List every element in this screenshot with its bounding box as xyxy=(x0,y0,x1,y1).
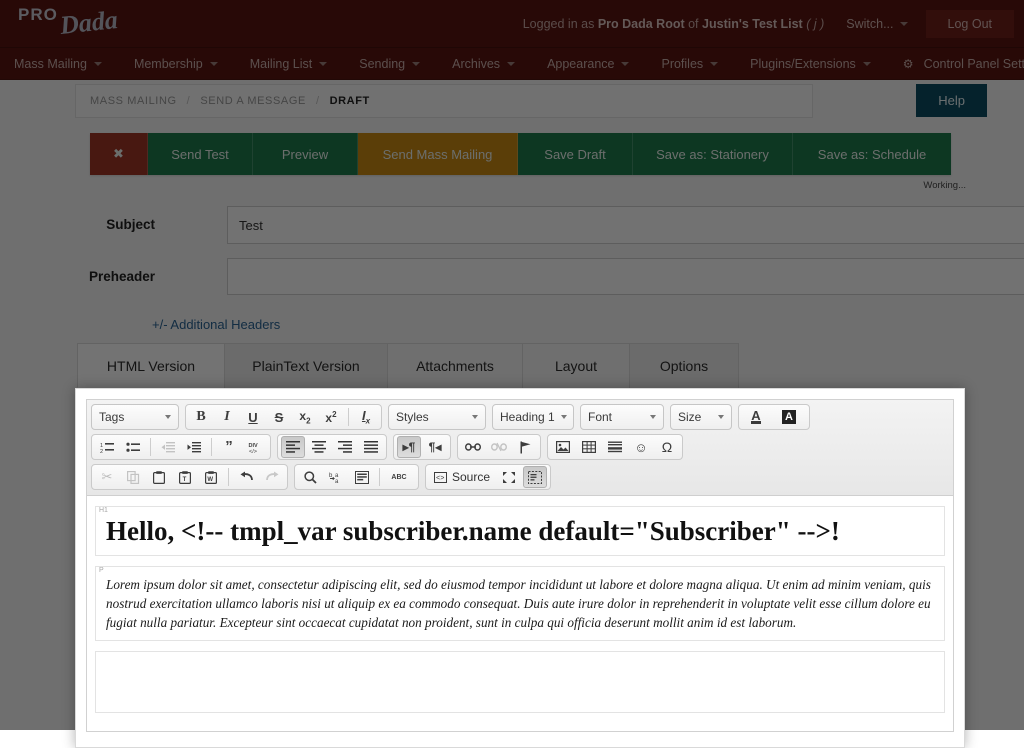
toolbar-separator xyxy=(379,468,380,486)
chevron-down-icon xyxy=(650,415,656,419)
spellcheck-label: ABC xyxy=(391,474,406,481)
styles-dropdown[interactable]: Styles xyxy=(388,404,486,430)
paragraph-block[interactable]: P Lorem ipsum dolor sit amet, consectetu… xyxy=(95,566,945,641)
heading-text[interactable]: Hello, <!-- tmpl_var subscriber.name def… xyxy=(106,516,934,547)
paste-text-icon[interactable]: T xyxy=(173,466,197,488)
superscript-icon[interactable]: x2 xyxy=(319,406,343,428)
find-group: baa ABC xyxy=(294,464,419,490)
underline-icon[interactable]: U xyxy=(241,406,265,428)
toolbar-separator xyxy=(228,468,229,486)
view-group: <> Source xyxy=(425,464,551,490)
redo-icon[interactable] xyxy=(260,466,284,488)
toolbar-separator xyxy=(348,408,349,426)
align-right-icon[interactable] xyxy=(333,436,357,458)
editor-toolbar: Tags B I U S x2 x2 Ix Styles xyxy=(87,400,953,496)
link-group xyxy=(457,434,541,460)
source-button[interactable]: <> Source xyxy=(428,466,496,488)
source-code-icon: <> xyxy=(434,472,447,483)
maximize-icon[interactable] xyxy=(497,466,521,488)
text-color-icon[interactable]: A xyxy=(742,406,772,428)
svg-text:a: a xyxy=(335,479,339,484)
paragraph-format-value: Heading 1 xyxy=(500,410,555,424)
replace-icon[interactable]: baa xyxy=(324,466,348,488)
blockquote-icon[interactable]: ” xyxy=(217,436,241,458)
alignment-group xyxy=(277,434,387,460)
source-label: Source xyxy=(452,470,490,484)
subscript-icon[interactable]: x2 xyxy=(293,406,317,428)
toolbar-row-3: ✂ T W xyxy=(91,464,949,490)
toolbar-row-1: Tags B I U S x2 x2 Ix Styles xyxy=(91,404,949,430)
svg-text:<>: <> xyxy=(436,475,444,483)
special-char-icon[interactable]: Ω xyxy=(655,436,679,458)
italic-icon[interactable]: I xyxy=(215,406,239,428)
unlink-icon[interactable] xyxy=(487,436,511,458)
decrease-indent-icon[interactable] xyxy=(156,436,180,458)
font-family-value: Font xyxy=(588,410,612,424)
smiley-icon[interactable]: ☺ xyxy=(629,436,653,458)
bg-color-letter: A xyxy=(782,410,796,424)
font-size-value: Size xyxy=(678,410,701,424)
horizontal-rule-icon[interactable] xyxy=(603,436,627,458)
bold-icon[interactable]: B xyxy=(189,406,213,428)
text-color-letter: A xyxy=(751,410,760,424)
paragraph-format-dropdown[interactable]: Heading 1 xyxy=(492,404,574,430)
cut-icon[interactable]: ✂ xyxy=(95,466,119,488)
wysiwyg-editor-modal: Tags B I U S x2 x2 Ix Styles xyxy=(75,388,965,748)
align-justify-icon[interactable] xyxy=(359,436,383,458)
increase-indent-icon[interactable] xyxy=(182,436,206,458)
toolbar-separator xyxy=(150,438,151,456)
ltr-icon[interactable]: ▸¶ xyxy=(397,436,421,458)
svg-text:W: W xyxy=(207,477,213,483)
chevron-down-icon xyxy=(561,415,567,419)
paste-word-icon[interactable]: W xyxy=(199,466,223,488)
block-tag-h1: H1 xyxy=(99,507,108,514)
copy-icon[interactable] xyxy=(121,466,145,488)
chevron-down-icon xyxy=(472,415,478,419)
align-center-icon[interactable] xyxy=(307,436,331,458)
strikethrough-icon[interactable]: S xyxy=(267,406,291,428)
color-group: A A xyxy=(738,404,810,430)
toolbar-separator xyxy=(211,438,212,456)
align-left-icon[interactable] xyxy=(281,436,305,458)
svg-text:T: T xyxy=(183,477,187,483)
numbered-list-icon[interactable]: 12 xyxy=(95,436,119,458)
select-all-icon[interactable] xyxy=(350,466,374,488)
font-size-dropdown[interactable]: Size xyxy=(670,404,732,430)
tags-dropdown-value: Tags xyxy=(99,410,124,424)
font-family-dropdown[interactable]: Font xyxy=(580,404,664,430)
create-div-icon[interactable]: DIV</> xyxy=(243,436,267,458)
bg-color-icon[interactable]: A xyxy=(774,406,806,428)
text-direction-group: ▸¶ ¶◂ xyxy=(393,434,451,460)
text-format-group: B I U S x2 x2 Ix xyxy=(185,404,382,430)
paste-icon[interactable] xyxy=(147,466,171,488)
paragraph-text[interactable]: Lorem ipsum dolor sit amet, consectetur … xyxy=(106,576,934,632)
spellcheck-icon[interactable]: ABC xyxy=(385,466,415,488)
insert-group: ☺ Ω xyxy=(547,434,683,460)
empty-block[interactable] xyxy=(95,651,945,713)
list-indent-group: 12 ” DIV</> xyxy=(91,434,271,460)
clipboard-group: ✂ T W xyxy=(91,464,288,490)
tags-dropdown[interactable]: Tags xyxy=(91,404,179,430)
toolbar-row-2: 12 ” DIV</> xyxy=(91,434,949,460)
heading-block[interactable]: H1 Hello, <!-- tmpl_var subscriber.name … xyxy=(95,506,945,556)
svg-text:</>: </> xyxy=(249,449,257,454)
styles-dropdown-value: Styles xyxy=(396,410,429,424)
ckeditor: Tags B I U S x2 x2 Ix Styles xyxy=(86,399,954,732)
image-icon[interactable] xyxy=(551,436,575,458)
show-blocks-icon[interactable] xyxy=(523,466,547,488)
svg-text:2: 2 xyxy=(100,449,103,454)
find-icon[interactable] xyxy=(298,466,322,488)
chevron-down-icon xyxy=(165,415,171,419)
block-tag-p: P xyxy=(99,567,104,574)
table-icon[interactable] xyxy=(577,436,601,458)
undo-icon[interactable] xyxy=(234,466,258,488)
remove-format-icon[interactable]: Ix xyxy=(354,406,378,428)
editor-content-area[interactable]: H1 Hello, <!-- tmpl_var subscriber.name … xyxy=(87,496,953,731)
bulleted-list-icon[interactable] xyxy=(121,436,145,458)
anchor-icon[interactable] xyxy=(513,436,537,458)
chevron-down-icon xyxy=(718,415,724,419)
rtl-icon[interactable]: ¶◂ xyxy=(423,436,447,458)
link-icon[interactable] xyxy=(461,436,485,458)
